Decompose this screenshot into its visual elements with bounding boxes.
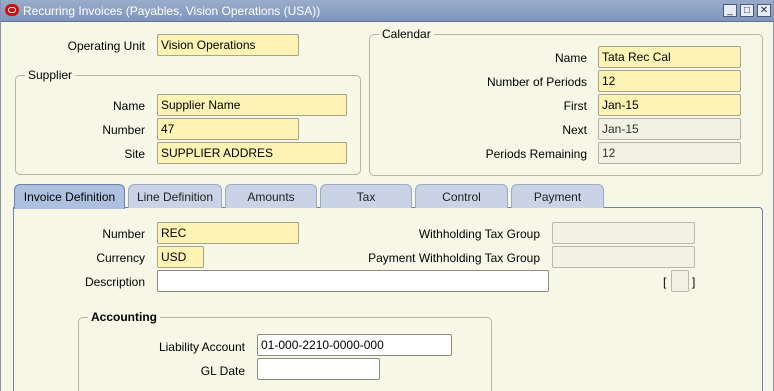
liability-account-field[interactable]: 01-000-2210-0000-000 — [257, 334, 452, 356]
operating-unit-field[interactable]: Vision Operations — [157, 34, 299, 56]
dff-close-bracket: ] — [692, 275, 696, 289]
tab-line-definition[interactable]: Line Definition — [128, 184, 222, 208]
number-of-periods-field[interactable]: 12 — [598, 70, 741, 92]
tab-control[interactable]: Control — [415, 184, 508, 208]
maximize-button[interactable]: □ — [740, 4, 754, 17]
withholding-tax-group-field[interactable] — [552, 222, 695, 244]
currency-label: Currency — [96, 251, 145, 265]
first-period-label: First — [563, 99, 587, 113]
accounting-group-title: Accounting — [88, 310, 160, 324]
invoice-number-field[interactable]: REC — [157, 222, 299, 244]
gl-date-label: GL Date — [200, 364, 245, 378]
tab-payment[interactable]: Payment — [511, 184, 604, 208]
next-period-label: Next — [562, 123, 587, 137]
supplier-name-label: Name — [112, 99, 145, 113]
dff-open-bracket: [ — [663, 275, 667, 289]
supplier-number-field[interactable]: 47 — [157, 118, 299, 140]
next-period-field[interactable]: Jan-15 — [598, 118, 741, 140]
title-bar[interactable]: Recurring Invoices (Payables, Vision Ope… — [1, 0, 773, 22]
tab-invoice-definition[interactable]: Invoice Definition — [14, 184, 125, 209]
tab-tax[interactable]: Tax — [320, 184, 412, 208]
descriptive-flexfield[interactable] — [671, 270, 689, 292]
calendar-name-field[interactable]: Tata Rec Cal — [598, 46, 741, 68]
currency-field[interactable]: USD — [157, 246, 204, 268]
supplier-group-title: Supplier — [25, 68, 76, 82]
operating-unit-label: Operating Unit — [67, 39, 145, 53]
oracle-logo-icon — [5, 4, 19, 16]
first-period-field[interactable]: Jan-15 — [598, 94, 741, 116]
number-of-periods-label: Number of Periods — [486, 75, 587, 89]
supplier-name-field[interactable]: Supplier Name — [157, 94, 347, 116]
window-title: Recurring Invoices (Payables, Vision Ope… — [23, 4, 321, 18]
tab-amounts[interactable]: Amounts — [225, 184, 317, 208]
supplier-number-label: Number — [102, 123, 145, 137]
supplier-site-field[interactable]: SUPPLIER ADDRES — [157, 142, 347, 164]
calendar-name-label: Name — [554, 51, 587, 65]
description-label: Description — [84, 275, 145, 289]
periods-remaining-label: Periods Remaining — [485, 147, 587, 161]
description-field[interactable] — [157, 270, 549, 292]
recurring-invoices-window: Recurring Invoices (Payables, Vision Ope… — [0, 0, 774, 391]
gl-date-field[interactable] — [257, 358, 380, 380]
minimize-button[interactable]: _ — [723, 4, 737, 17]
payment-withholding-tax-group-field[interactable] — [552, 246, 695, 268]
withholding-tax-group-label: Withholding Tax Group — [418, 227, 540, 241]
payment-withholding-tax-group-label: Payment Withholding Tax Group — [368, 251, 540, 265]
supplier-site-label: Site — [124, 147, 145, 161]
liability-account-label: Liability Account — [158, 340, 245, 354]
invoice-number-label: Number — [102, 227, 145, 241]
periods-remaining-field[interactable]: 12 — [598, 142, 741, 164]
calendar-group-title: Calendar — [379, 27, 434, 41]
close-button[interactable]: ✕ — [757, 4, 771, 17]
